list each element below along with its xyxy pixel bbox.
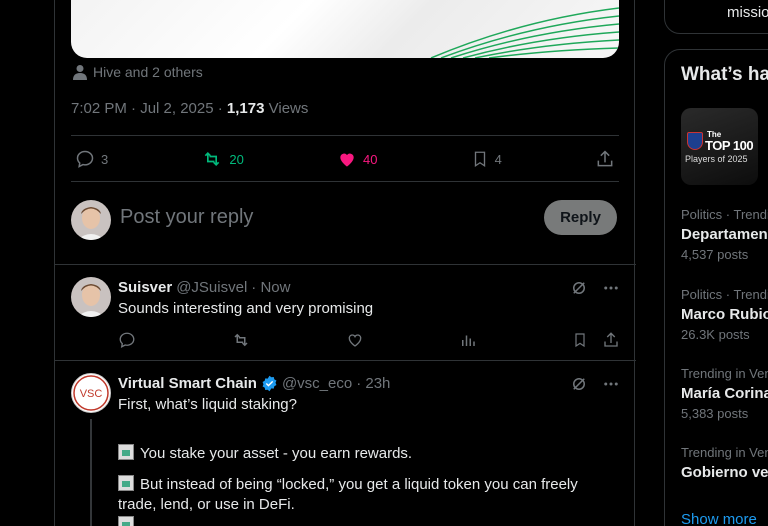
broken-image-icon <box>118 444 134 460</box>
reply-text-line: But instead of being “locked,” you get a… <box>118 475 578 495</box>
trend-item[interactable]: Politics · Trendi Departamen 4,537 posts <box>681 207 768 262</box>
share-icon <box>597 150 613 167</box>
broken-image-icon <box>118 475 134 491</box>
sidebar-top-card[interactable]: missio <box>664 0 768 34</box>
reply-tools <box>570 279 620 297</box>
reply-text-line: You stake your asset - you earn rewards. <box>118 444 412 464</box>
reply-icon <box>76 150 94 168</box>
heart-filled-icon <box>340 153 354 167</box>
user-avatar[interactable] <box>71 200 111 240</box>
reply-author-avatar[interactable]: VSC <box>71 373 111 413</box>
promo-line3: Players of 2025 <box>685 154 748 164</box>
reply-text-line-content: But instead of being “locked,” you get a… <box>140 476 578 493</box>
reply-count: 3 <box>101 151 109 167</box>
promo-image[interactable]: The TOP 100 Players of 2025 <box>681 108 758 185</box>
reply-icon[interactable] <box>118 331 136 349</box>
verified-badge-icon <box>262 375 277 392</box>
reply-author-handle[interactable]: @vsc_eco <box>282 375 352 392</box>
reply-action-bar <box>118 331 620 349</box>
reply-author-name[interactable]: Suisver <box>118 279 172 296</box>
trend-item[interactable]: Politics · Trendi Marco Rubio 26.3K post… <box>681 287 768 342</box>
reply-text-line <box>118 516 140 526</box>
trend-name: Departamen <box>681 226 768 243</box>
reply-tweet[interactable]: Suisver @JSuisvel · Now Sounds interesti… <box>55 265 636 360</box>
bookmark-icon <box>474 151 485 168</box>
trend-name: Marco Rubio <box>681 306 768 323</box>
nfl-shield-icon <box>687 132 703 150</box>
tagged-users-text: Hive and 2 others <box>93 64 203 80</box>
grok-icon[interactable] <box>570 279 588 297</box>
share-action[interactable] <box>595 149 615 169</box>
retweet-action[interactable]: 20 <box>201 149 244 169</box>
trend-context: Trending in Ven <box>681 366 768 381</box>
broken-image-icon <box>118 516 134 526</box>
reply-author-handle[interactable]: @JSuisvel <box>176 279 247 296</box>
reply-input[interactable]: Post your reply <box>120 206 253 229</box>
reply-action-right <box>572 331 620 349</box>
promo-line2: TOP 100 <box>705 138 754 153</box>
show-more-link[interactable]: Show more <box>681 511 757 526</box>
tweet-timestamp: 7:02 PM · Jul 2, 2025 · 1,173 Views <box>71 100 308 117</box>
retweet-icon[interactable] <box>231 331 251 349</box>
views-count: 1,173 <box>226 100 265 117</box>
sidebar-top-text: missio <box>727 4 768 21</box>
panel-title: What’s ha <box>681 64 768 85</box>
reply-button[interactable]: Reply <box>544 200 617 235</box>
share-icon[interactable] <box>602 331 620 349</box>
reply-text-line-content: You stake your asset - you earn rewards. <box>140 445 413 462</box>
reply-author-avatar[interactable] <box>71 277 111 317</box>
retweet-count: 20 <box>229 151 244 167</box>
reply-header: Virtual Smart Chain @vsc_eco · 23h <box>118 375 390 392</box>
trend-item[interactable]: Trending in Ven Gobierno ve <box>681 445 768 481</box>
tweet-time[interactable]: 7:02 PM · Jul 2, 2025 · <box>71 100 227 117</box>
reply-tweet[interactable]: VSC Virtual Smart Chain @vsc_eco · 23h F… <box>55 361 636 526</box>
tweet-action-bar: 3 20 40 4 <box>71 136 619 182</box>
grok-icon[interactable] <box>570 375 588 393</box>
reply-time[interactable]: · 23h <box>356 375 390 392</box>
trend-name: María Corina <box>681 385 768 402</box>
more-options-icon[interactable] <box>602 375 620 393</box>
thread-line <box>90 419 92 526</box>
views-label: Views <box>264 100 309 117</box>
trend-context: Politics · Trendi <box>681 207 768 222</box>
analytics-icon[interactable] <box>459 331 477 349</box>
trend-count: 5,383 posts <box>681 406 749 421</box>
more-options-icon[interactable] <box>602 279 620 297</box>
reply-text-line: trade, lend, or use in DeFi. <box>118 496 295 513</box>
person-icon <box>73 65 87 80</box>
main-column: Hive and 2 others 7:02 PM · Jul 2, 2025 … <box>54 0 636 526</box>
like-count: 40 <box>362 151 378 167</box>
reply-composer: Post your reply Reply <box>71 182 619 264</box>
trend-count: 26.3K posts <box>681 327 750 342</box>
like-action[interactable]: 40 <box>337 149 377 169</box>
tagged-users[interactable]: Hive and 2 others <box>73 64 203 80</box>
vsc-logo-text: VSC <box>80 388 103 400</box>
trend-count: 4,537 posts <box>681 247 749 262</box>
reply-author-name[interactable]: Virtual Smart Chain <box>118 375 257 392</box>
reply-time[interactable]: · Now <box>251 279 290 296</box>
reply-action[interactable]: 3 <box>75 149 108 169</box>
reply-header: Suisver @JSuisvel · Now <box>118 279 290 296</box>
reply-tools <box>570 375 620 393</box>
bookmark-icon[interactable] <box>572 331 588 349</box>
right-sidebar: missio What’s ha The TOP 100 Players of … <box>664 0 768 526</box>
bookmark-count: 4 <box>494 151 502 167</box>
retweet-icon <box>205 151 220 167</box>
trend-item[interactable]: Trending in Ven María Corina 5,383 posts <box>681 366 768 421</box>
reply-text-line: First, what’s liquid staking? <box>118 396 297 413</box>
heart-icon[interactable] <box>346 331 364 349</box>
whats-happening-panel: What’s ha The TOP 100 Players of 2025 Po… <box>664 49 768 526</box>
trend-context: Politics · Trendi <box>681 287 768 302</box>
reply-text: Sounds interesting and very promising <box>118 300 374 317</box>
trend-name: Gobierno ve <box>681 464 768 481</box>
trend-context: Trending in Ven <box>681 445 768 460</box>
bookmark-action[interactable]: 4 <box>471 149 502 169</box>
tweet-media-image[interactable] <box>71 0 619 58</box>
